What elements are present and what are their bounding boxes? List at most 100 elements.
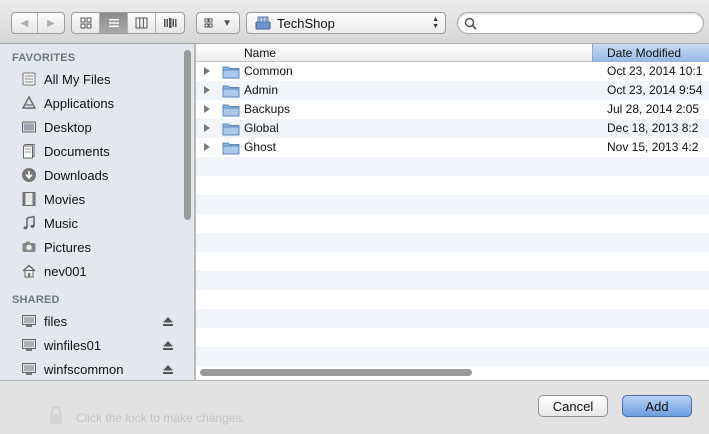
background-lock-text: Click the lock to make changes. [76,411,245,425]
eject-icon[interactable] [162,339,174,354]
sidebar-item-applications[interactable]: Applications [0,92,182,114]
sidebar-item-label: files [44,313,68,329]
folder-icon [222,65,240,82]
table-row[interactable]: Ghost Nov 15, 2013 4:2 [196,138,709,157]
chevron-left-icon: ◀ [20,17,29,29]
empty-row [196,290,709,309]
table-row[interactable]: Common Oct 23, 2014 10:1 [196,62,709,81]
empty-row [196,309,709,328]
sidebar-item-documents[interactable]: Documents [0,140,182,162]
table-row[interactable]: Admin Oct 23, 2014 9:54 [196,81,709,100]
sidebar-item-all-my-files[interactable]: All My Files [0,68,182,90]
network-volume-icon [255,16,271,30]
sidebar-item-downloads[interactable]: Downloads [0,164,182,186]
table-row[interactable]: Backups Jul 28, 2014 2:05 [196,100,709,119]
file-name: Global [244,121,279,135]
sidebar-item-pictures[interactable]: Pictures [0,236,182,258]
column-view-button[interactable] [128,13,156,33]
sidebar-scrollbar[interactable] [184,50,191,220]
button-bar: Click the lock to make changes. Cancel A… [0,380,709,434]
file-date: Dec 18, 2013 8:2 [607,121,699,135]
arrange-menu-button[interactable]: ▼ [196,12,240,34]
sidebar-item-label: Documents [44,143,110,159]
sidebar-item-movies[interactable]: Movies [0,188,182,210]
desktop-icon [20,118,38,136]
file-name: Backups [244,102,291,116]
sidebar: FAVORITES All My Files Applications Desk… [0,44,195,380]
view-mode-control [71,12,185,34]
sidebar-item-winfscommon[interactable]: winfscommon [0,358,182,380]
file-list: Name Date Modified Common Oct 23, 2014 1… [196,44,709,380]
column-name-header[interactable]: Name [244,46,276,60]
file-date: Nov 15, 2013 4:2 [607,140,699,154]
empty-row [196,233,709,252]
horizontal-scrollbar[interactable] [200,369,472,376]
list-view-button[interactable] [100,13,128,33]
column-view-icon [135,17,148,29]
server-icon [20,360,38,378]
home-icon [20,262,38,280]
updown-arrows-icon: ▲ ▼ [432,16,439,30]
location-name: TechShop [277,15,335,31]
icon-view-button[interactable] [72,13,100,33]
file-date: Oct 23, 2014 9:54 [607,83,703,97]
disclosure-triangle-icon[interactable] [204,124,210,132]
add-button[interactable]: Add [622,395,692,417]
arrange-icon [204,18,213,27]
icon-view-icon [80,17,91,29]
server-icon [20,336,38,354]
back-forward-control: ◀ ▶ [11,12,65,34]
disclosure-triangle-icon[interactable] [204,143,210,151]
documents-icon [20,142,38,160]
folder-icon [222,122,240,139]
sidebar-item-desktop[interactable]: Desktop [0,116,182,138]
sidebar-item-music[interactable]: Music [0,212,182,234]
sidebar-item-label: winfscommon [44,361,124,377]
table-row[interactable]: Global Dec 18, 2013 8:2 [196,119,709,138]
empty-row [196,176,709,195]
search-field[interactable] [457,12,704,34]
eject-icon[interactable] [162,363,174,378]
sidebar-item-label: nev001 [44,263,87,279]
sidebar-item-files[interactable]: files [0,310,182,332]
sidebar-item-label: Movies [44,191,86,207]
toolbar: ◀ ▶ ▼ TechShop ▲ ▼ [0,0,709,44]
sidebar-item-label: winfiles01 [44,337,102,353]
folder-icon [222,103,240,120]
sidebar-item-label: Applications [44,95,115,111]
location-popup[interactable]: TechShop ▲ ▼ [246,12,446,34]
sidebar-item-winfiles01[interactable]: winfiles01 [0,334,182,356]
list-view-icon [108,19,119,27]
favorites-header: FAVORITES [12,52,76,64]
search-input[interactable] [481,16,703,30]
sidebar-item-label: Desktop [44,119,92,135]
file-name: Ghost [244,140,277,154]
disclosure-triangle-icon[interactable] [204,105,210,113]
disclosure-triangle-icon[interactable] [204,67,210,75]
file-name: Admin [244,83,279,97]
movies-icon [20,190,38,208]
sidebar-item-label: All My Files [44,71,111,87]
chevron-right-icon: ▶ [47,17,55,29]
file-name: Common [244,64,293,78]
empty-row [196,195,709,214]
server-icon [20,312,38,330]
shared-header: SHARED [12,294,60,306]
eject-icon[interactable] [162,315,174,330]
folder-icon [222,141,240,158]
column-date-header[interactable]: Date Modified [592,44,709,62]
cancel-button[interactable]: Cancel [538,395,608,417]
empty-row [196,252,709,271]
cover-flow-button[interactable] [156,13,184,33]
cover-flow-icon [164,18,177,28]
disclosure-triangle-icon[interactable] [204,86,210,94]
forward-button[interactable]: ▶ [38,13,64,33]
empty-row [196,157,709,176]
back-button[interactable]: ◀ [12,13,38,33]
empty-row [196,214,709,233]
music-icon [20,214,38,232]
column-header: Name Date Modified [196,44,709,62]
empty-row [196,271,709,290]
sidebar-item-home[interactable]: nev001 [0,260,182,282]
file-date: Jul 28, 2014 2:05 [607,102,700,116]
